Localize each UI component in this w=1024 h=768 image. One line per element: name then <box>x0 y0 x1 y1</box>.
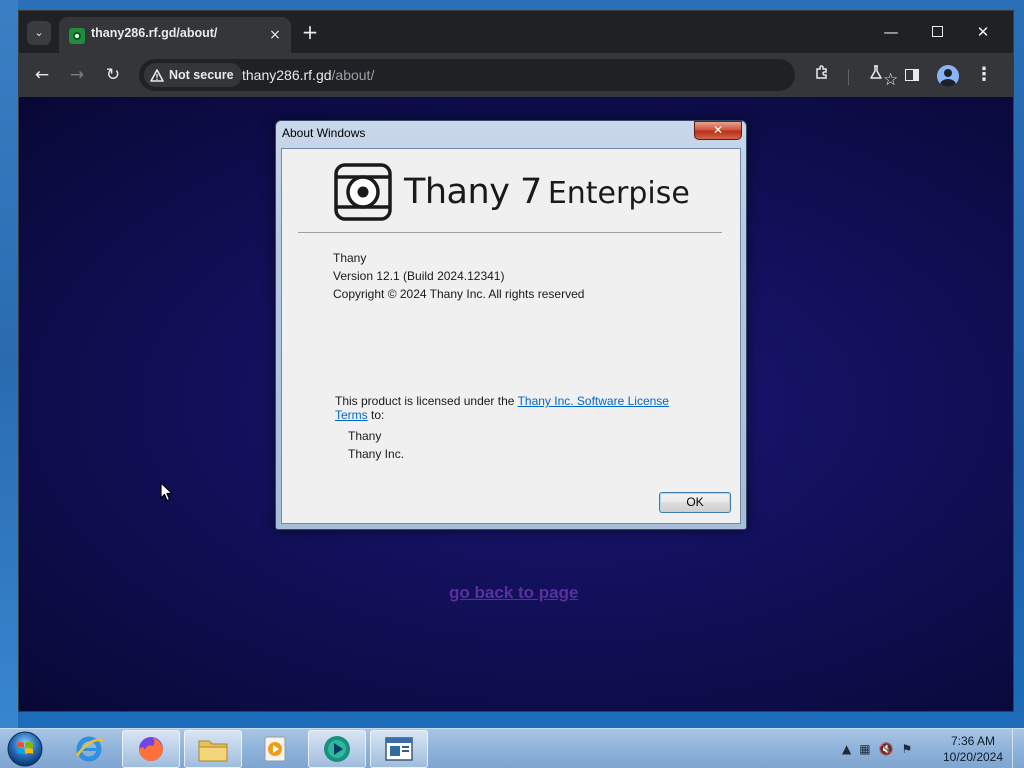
network-icon[interactable]: ▦ <box>859 742 870 756</box>
product-logo-row: Thany 7 Enterpise <box>334 163 690 221</box>
product-edition: Enterpise <box>547 176 690 211</box>
info-line-copyright: Copyright © 2024 Thany Inc. All rights r… <box>333 287 585 301</box>
thany-logo-icon <box>334 163 392 221</box>
security-label: Not secure <box>169 68 234 82</box>
browser-toolbar: ← → ↻ Not secure thany286.rf.gd/about/ ☆ <box>19 53 1013 97</box>
tab-close-icon[interactable]: × <box>265 25 285 45</box>
url-text[interactable]: thany286.rf.gd/about/ <box>242 67 374 83</box>
product-name-text: Thany 7 <box>404 172 542 212</box>
action-center-flag-icon[interactable]: ⚑ <box>902 742 913 756</box>
browser-window: ⌄ thany286.rf.gd/about/ × + — ✕ ← → ↻ No… <box>18 10 1014 712</box>
tab-search-button[interactable]: ⌄ <box>27 21 51 45</box>
info-line-version: Version 12.1 (Build 2024.12341) <box>333 269 505 283</box>
back-arrow-icon[interactable]: ← <box>31 64 53 86</box>
dialog-close-button[interactable]: ✕ <box>694 121 742 140</box>
taskbar-browser[interactable] <box>308 730 366 768</box>
url-host: thany286.rf.gd <box>242 67 332 83</box>
license-text: This product is licensed under the Thany… <box>335 394 695 422</box>
page-viewport: About Windows ✕ Thany 7Enterpise Thany <box>19 97 1013 711</box>
clock-date: 10/20/2024 <box>942 750 1004 764</box>
security-chip[interactable]: Not secure <box>144 63 242 87</box>
licensee-list: Thany Thany Inc. <box>348 427 404 463</box>
labs-flask-icon[interactable] <box>865 64 887 86</box>
browser-app-icon <box>324 736 350 762</box>
desktop-background <box>0 0 18 728</box>
minimize-button[interactable]: — <box>871 19 911 45</box>
ok-button[interactable]: OK <box>659 492 731 513</box>
address-bar[interactable]: Not secure thany286.rf.gd/about/ ☆ <box>139 59 898 91</box>
dialog-body: Thany 7 Enterpise Thany Version 12.1 (Bui… <box>281 148 741 524</box>
taskbar: ▲ ▦ 🔇 ⚑ 7:36 AM 10/20/2024 <box>0 728 1024 768</box>
maximize-button[interactable] <box>917 19 957 45</box>
internet-explorer-icon <box>75 736 104 762</box>
go-back-link[interactable]: go back to page <box>449 583 578 603</box>
extensions-icon[interactable] <box>812 64 834 86</box>
taskbar-clock[interactable]: 7:36 AM 10/20/2024 <box>938 733 1008 765</box>
folder-icon <box>198 740 228 762</box>
profile-avatar-icon[interactable] <box>937 65 959 87</box>
show-hidden-icons-icon[interactable]: ▲ <box>842 742 851 756</box>
warning-icon <box>150 68 164 82</box>
product-name: Thany 7 Enterpise <box>404 172 690 212</box>
new-tab-button[interactable]: + <box>299 22 321 44</box>
taskbar-window[interactable] <box>370 730 428 768</box>
window-app-icon <box>385 737 413 761</box>
tab-active[interactable]: thany286.rf.gd/about/ × <box>59 17 291 53</box>
dialog-divider <box>298 232 722 233</box>
toolbar-separator <box>848 69 849 85</box>
license-prefix: This product is licensed under the <box>335 394 518 408</box>
version-info: Thany Version 12.1 (Build 2024.12341) Co… <box>333 249 584 303</box>
side-panel-icon[interactable] <box>901 64 923 86</box>
taskbar-firefox[interactable] <box>122 730 180 768</box>
dialog-title: About Windows <box>282 126 366 140</box>
start-button-icon[interactable] <box>4 729 46 768</box>
licensee-user: Thany <box>348 429 382 443</box>
taskbar-media-player[interactable] <box>246 730 304 768</box>
info-line-name: Thany <box>333 251 367 265</box>
media-player-icon <box>264 736 286 762</box>
license-suffix: to: <box>367 408 385 422</box>
mouse-cursor-icon <box>160 482 173 502</box>
firefox-icon <box>139 737 163 761</box>
url-path: /about/ <box>331 67 375 83</box>
show-desktop-button[interactable] <box>1012 729 1024 768</box>
system-tray: ▲ ▦ 🔇 ⚑ <box>842 739 912 759</box>
forward-arrow-icon[interactable]: → <box>66 64 88 86</box>
tab-strip: ⌄ thany286.rf.gd/about/ × + — ✕ <box>19 11 1013 53</box>
about-dialog: About Windows ✕ Thany 7Enterpise Thany <box>275 120 747 530</box>
close-window-button[interactable]: ✕ <box>963 19 1003 45</box>
tab-title: thany286.rf.gd/about/ <box>91 26 218 40</box>
more-menu-icon[interactable]: ⋮ <box>973 64 995 86</box>
taskbar-file-explorer[interactable] <box>184 730 242 768</box>
clock-time: 7:36 AM <box>950 734 996 748</box>
licensee-org: Thany Inc. <box>348 447 405 461</box>
taskbar-internet-explorer[interactable] <box>60 730 118 768</box>
reload-icon[interactable]: ↻ <box>102 64 124 86</box>
favicon-icon <box>69 28 85 44</box>
volume-muted-icon[interactable]: 🔇 <box>879 742 894 756</box>
